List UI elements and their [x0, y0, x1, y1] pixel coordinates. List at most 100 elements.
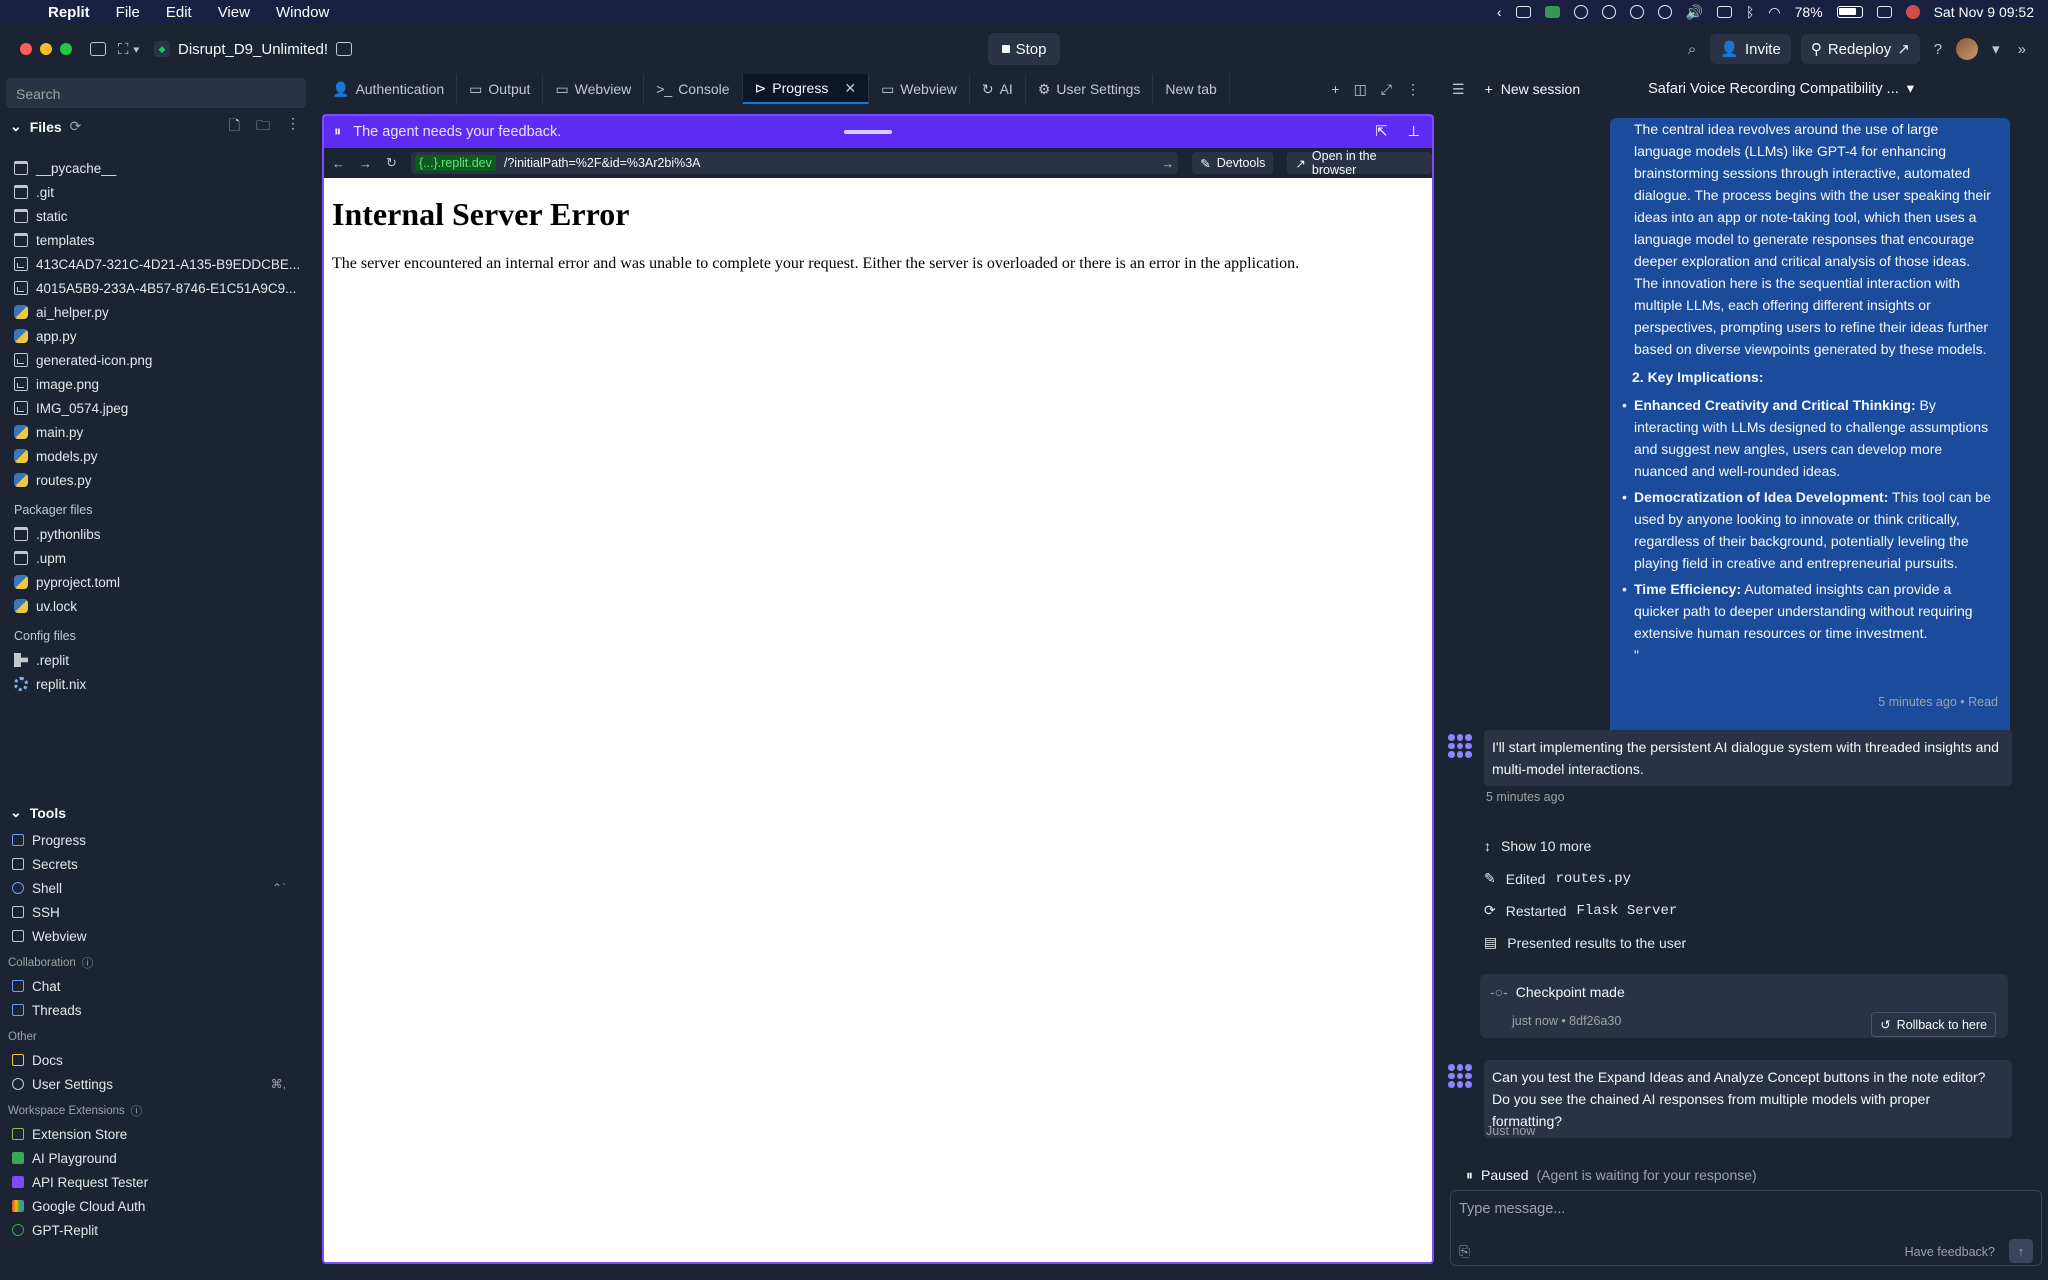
open-deployment-icon[interactable]: ↗	[1897, 40, 1910, 58]
url-path[interactable]: /?initialPath=%2F&id=%3Ar2bi%3A	[504, 156, 1153, 170]
tab-authentication[interactable]: 👤 Authentication	[320, 74, 458, 104]
chevron-left-icon[interactable]: ‹	[1497, 4, 1502, 20]
show-more-button[interactable]: ↕ Show 10 more	[1484, 838, 1591, 854]
menu-file[interactable]: File	[116, 4, 140, 21]
tool-docs[interactable]: Docs	[0, 1048, 300, 1072]
bluetooth-icon[interactable]: ᛒ	[1746, 4, 1754, 20]
add-tab-icon[interactable]: +	[1331, 81, 1339, 97]
invite-button[interactable]: 👤 Invite	[1710, 34, 1791, 64]
file-item[interactable]: .replit	[0, 648, 300, 672]
rollback-button[interactable]: ↺ Rollback to here	[1871, 1012, 1996, 1037]
avatar[interactable]	[1956, 38, 1979, 60]
file-item[interactable]: .pythonlibs	[0, 522, 300, 546]
play-icon[interactable]	[1657, 5, 1672, 19]
chevron-down-icon[interactable]: ▾	[1988, 40, 2004, 58]
chevron-down-icon[interactable]: ⌄	[10, 804, 22, 821]
tool-user-settings[interactable]: User Settings ⌘,	[0, 1072, 300, 1096]
repl-title[interactable]: ◆ Disrupt_D9_Unlimited!	[154, 41, 353, 58]
file-item[interactable]: uv.lock	[0, 594, 300, 618]
screen-icon[interactable]	[1515, 6, 1531, 18]
tab-ai[interactable]: ↻ AI	[970, 74, 1026, 104]
file-item[interactable]: .git	[0, 180, 300, 204]
forward-icon[interactable]: →	[359, 156, 372, 171]
grammarly-icon[interactable]	[1629, 5, 1644, 19]
tab-webview-2[interactable]: ▭ Webview	[869, 74, 970, 104]
pin-icon[interactable]: ⊥	[1407, 124, 1420, 140]
ext-ai-playground[interactable]: AI Playground	[0, 1146, 300, 1170]
file-item[interactable]: generated-icon.png	[0, 348, 300, 372]
file-item[interactable]: 4015A5B9-233A-4B57-8746-E1C51A9C9...	[0, 276, 300, 300]
file-item[interactable]: IMG_0574.jpeg	[0, 396, 300, 420]
help-icon[interactable]: ?	[1930, 41, 1946, 58]
tab-user-settings[interactable]: ⚙ User Settings	[1026, 74, 1154, 104]
tab-webview[interactable]: ▭ Webview	[543, 74, 645, 104]
file-item[interactable]: main.py	[0, 420, 300, 444]
more-options-icon[interactable]: ⋮	[1406, 81, 1420, 98]
maximize-icon[interactable]: ⤢	[1381, 81, 1392, 98]
wifi-icon[interactable]: ◠	[1768, 4, 1780, 21]
battery-icon[interactable]	[1836, 6, 1863, 18]
ext-api-tester[interactable]: API Request Tester	[0, 1170, 300, 1194]
tab-console[interactable]: >_ Console	[644, 74, 743, 104]
file-item[interactable]: static	[0, 204, 300, 228]
more-options-icon[interactable]: ⋮	[286, 115, 300, 139]
open-in-browser-button[interactable]: ↗ Open in the browser	[1287, 149, 1432, 177]
url-field[interactable]: {...}.replit.dev /?initialPath=%2F&id=%3…	[410, 152, 1179, 174]
tool-progress[interactable]: Progress	[0, 828, 300, 852]
files-header[interactable]: ⌄ Files ⟳ 🗋 🗀 ⋮	[10, 115, 310, 135]
tool-chat[interactable]: Chat	[0, 974, 300, 998]
info-icon[interactable]: ⓘ	[82, 955, 94, 971]
sidebar-toggle-icon[interactable]	[90, 42, 106, 56]
go-icon[interactable]: →	[1161, 156, 1174, 171]
ext-google-cloud-auth[interactable]: Google Cloud Auth	[0, 1194, 300, 1218]
minimize-window-button[interactable]	[40, 43, 52, 55]
menu-view[interactable]: View	[218, 4, 250, 21]
popout-icon[interactable]: ⇱	[1375, 124, 1387, 140]
collapse-panel-icon[interactable]: »	[2014, 41, 2030, 58]
file-item[interactable]: app.py	[0, 324, 300, 348]
session-title[interactable]: Safari Voice Recording Compatibility ...…	[1648, 81, 1914, 97]
drag-handle[interactable]	[844, 130, 892, 134]
tool-webview[interactable]: Webview	[0, 924, 300, 948]
file-item[interactable]: pyproject.toml	[0, 570, 300, 594]
tool-ssh[interactable]: SSH	[0, 900, 300, 924]
tab-progress[interactable]: ⊳ Progress ✕	[742, 74, 870, 104]
info-icon[interactable]: ⓘ	[131, 1103, 143, 1119]
control-center-icon[interactable]	[1876, 6, 1892, 18]
file-item[interactable]: models.py	[0, 444, 300, 468]
action-presented[interactable]: ▤ Presented results to the user	[1484, 934, 1686, 951]
tool-shell[interactable]: Shell ⌃`	[0, 876, 300, 900]
menubar-datetime[interactable]: Sat Nov 9 09:52	[1934, 4, 2034, 20]
feedback-link[interactable]: Have feedback?	[1905, 1245, 1995, 1259]
tools-header[interactable]: ⌄ Tools	[10, 804, 66, 821]
action-restarted[interactable]: ⟳ Restarted Flask Server	[1484, 902, 1677, 919]
reload-icon[interactable]: ↻	[386, 155, 397, 171]
search-icon[interactable]: ⌕	[1684, 41, 1700, 58]
close-window-button[interactable]	[20, 43, 32, 55]
close-icon[interactable]: ✕	[844, 80, 856, 97]
send-button[interactable]: ↑	[2009, 1239, 2033, 1263]
openai-icon[interactable]	[1573, 5, 1588, 19]
tool-secrets[interactable]: Secrets	[0, 852, 300, 876]
stop-button[interactable]: Stop	[988, 33, 1060, 65]
status-check-icon[interactable]	[1544, 6, 1560, 18]
devtools-button[interactable]: ✎ Devtools	[1192, 152, 1274, 174]
new-folder-icon[interactable]: 🗀	[256, 115, 270, 139]
file-item[interactable]: replit.nix	[0, 672, 300, 696]
new-session-button[interactable]: + New session	[1485, 81, 1581, 97]
new-file-icon[interactable]: 🗋	[229, 115, 240, 139]
chevron-down-icon[interactable]: ⌄	[10, 118, 22, 135]
tools-menu-icon[interactable]: ⛶ ▾	[118, 41, 140, 58]
keyboard-icon[interactable]	[1716, 6, 1732, 18]
search-input[interactable]: Search	[6, 78, 306, 108]
clock-icon[interactable]	[1601, 5, 1616, 19]
message-input[interactable]: Type message...	[1459, 1201, 1565, 1217]
file-item[interactable]: image.png	[0, 372, 300, 396]
file-item[interactable]: __pycache__	[0, 156, 300, 180]
file-item[interactable]: templates	[0, 228, 300, 252]
split-pane-icon[interactable]: ◫	[1354, 81, 1367, 98]
menu-app-name[interactable]: Replit	[48, 4, 90, 21]
tab-output[interactable]: ▭ Output	[457, 74, 544, 104]
file-item[interactable]: 413C4AD7-321C-4D21-A135-B9EDDCBE...	[0, 252, 300, 276]
ext-gpt-replit[interactable]: GPT-Replit	[0, 1218, 300, 1242]
